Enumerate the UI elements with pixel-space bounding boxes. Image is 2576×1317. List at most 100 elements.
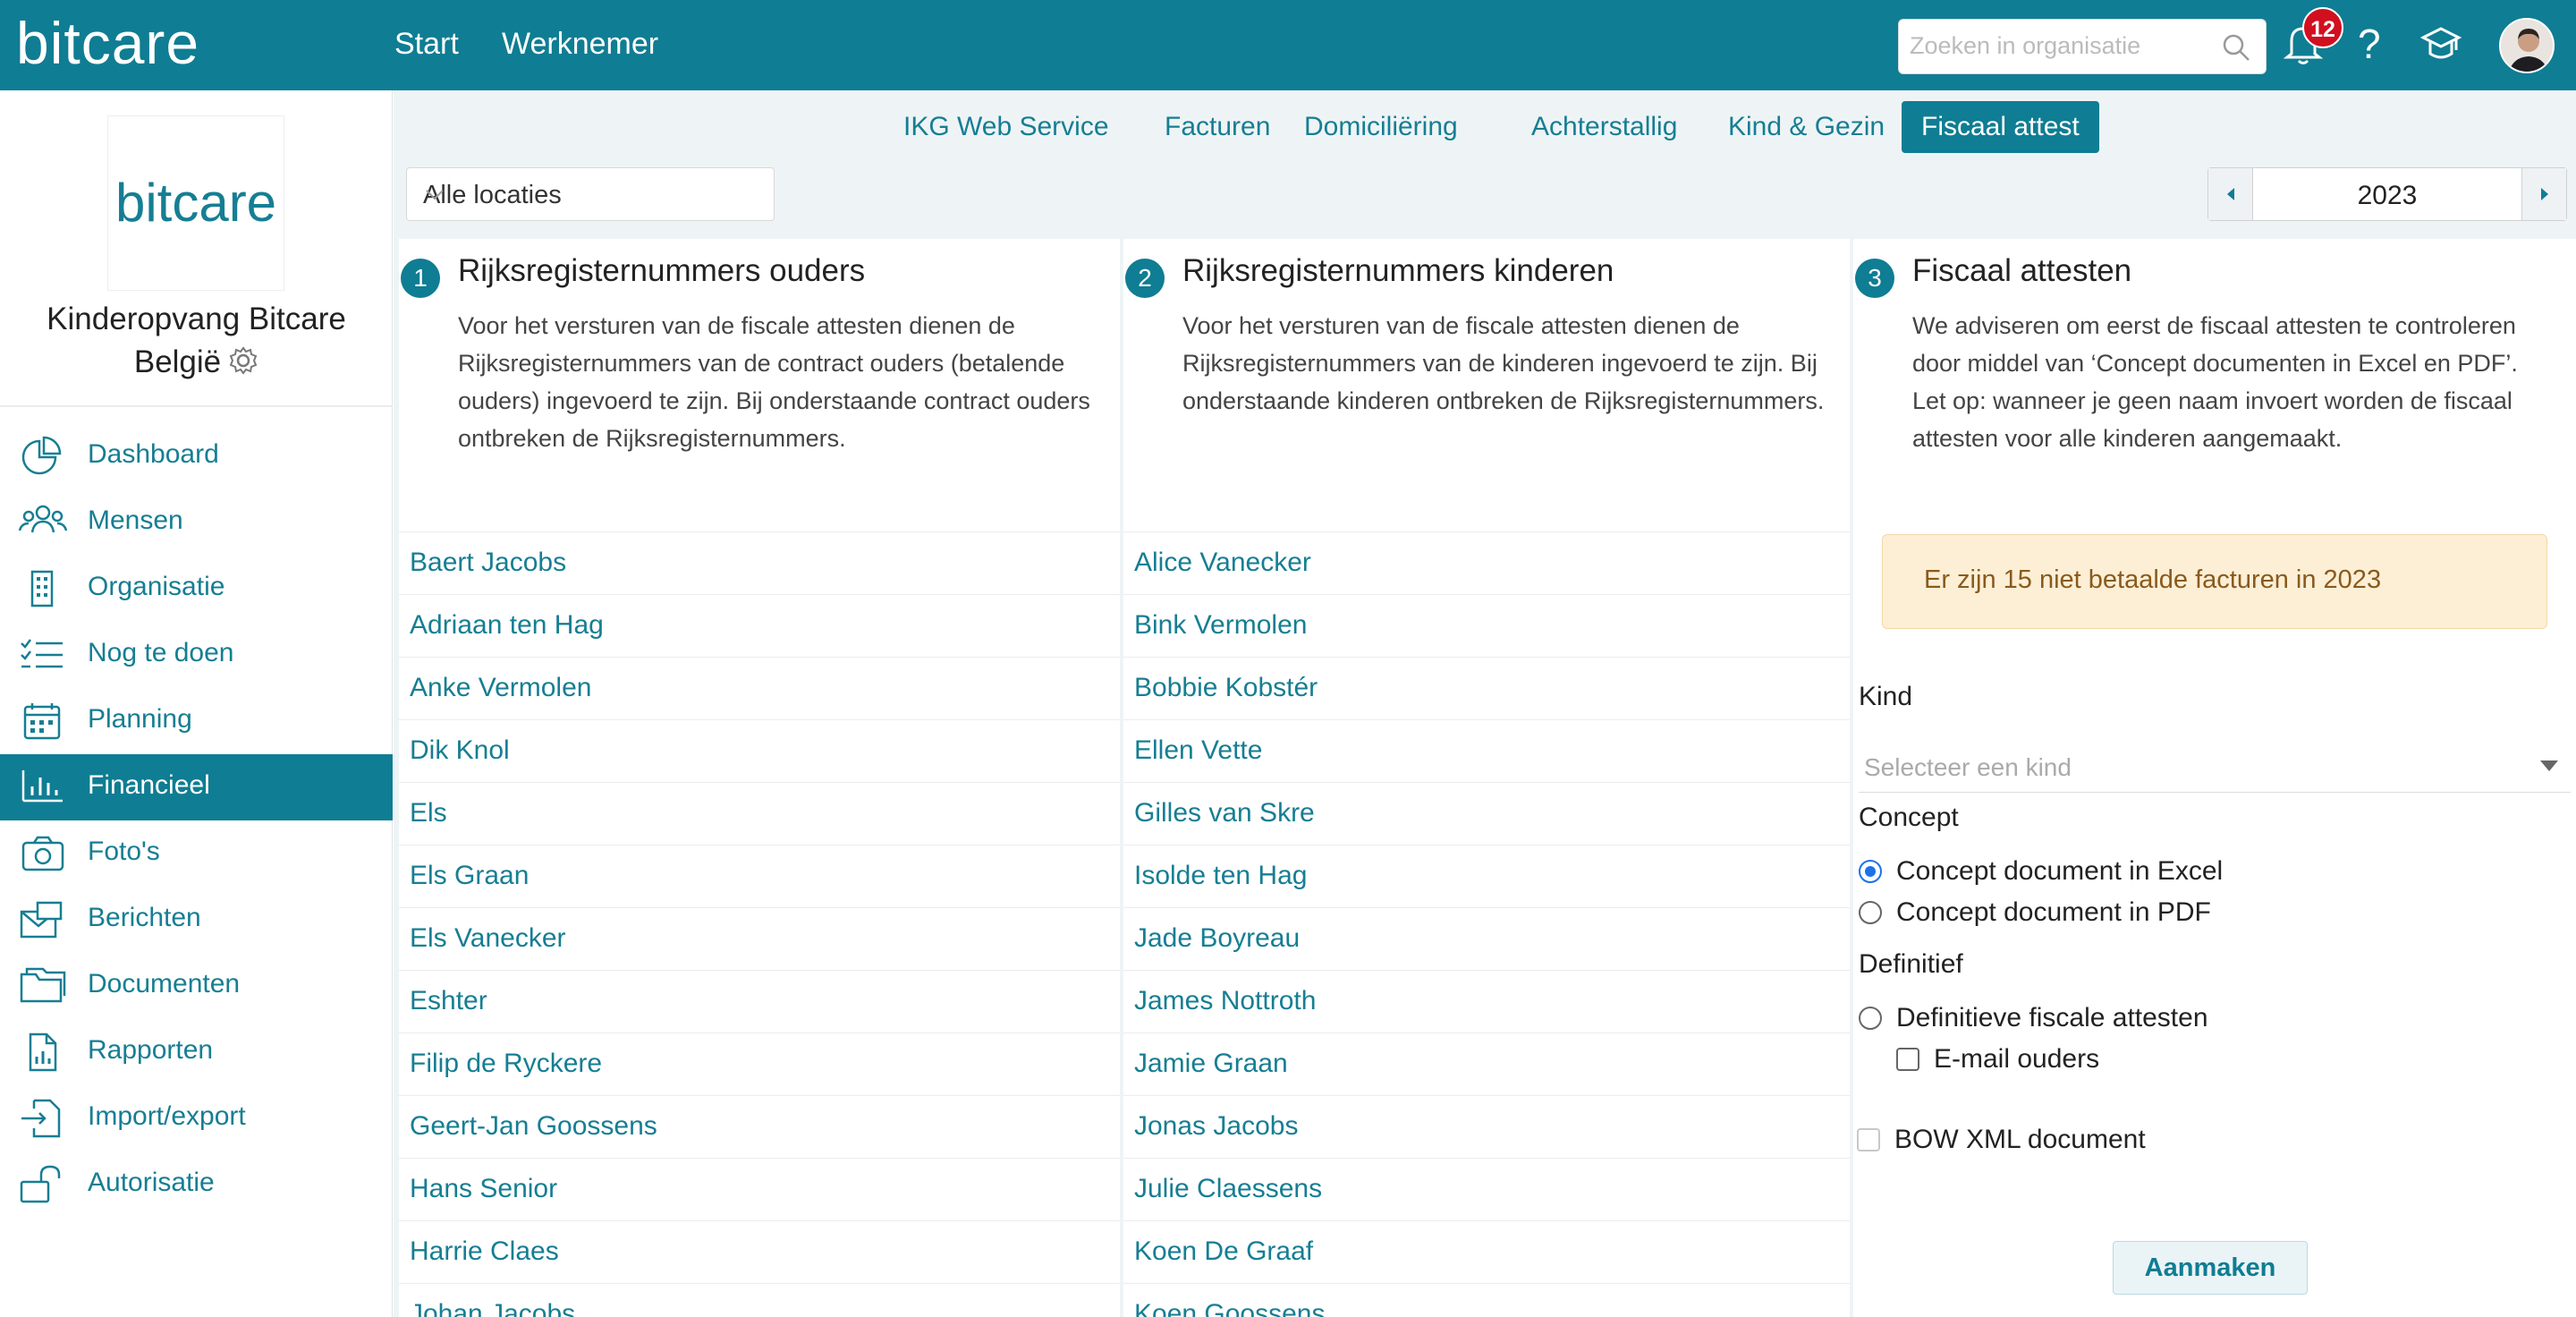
list-item[interactable]: Els Vanecker	[399, 907, 1120, 970]
step-description: Voor het versturen van de fiscale attest…	[1182, 312, 1825, 414]
sidebar-item-label: Financieel	[88, 770, 210, 800]
step-number: 2	[1125, 259, 1165, 298]
tab-fiscaal-attest[interactable]: Fiscaal attest	[1902, 101, 2099, 153]
previous-year-button[interactable]	[2208, 168, 2253, 220]
step-description: Voor het versturen van de fiscale attest…	[458, 312, 1090, 452]
sidebar: bitcare Kinderopvang Bitcare België Dash…	[0, 90, 393, 1317]
search-input[interactable]	[1910, 32, 2214, 60]
tab-achterstallig[interactable]: Achterstallig	[1512, 101, 1697, 153]
tab-ikg-web-service[interactable]: IKG Web Service	[884, 101, 1129, 153]
sidebar-item-fotos[interactable]: Foto's	[0, 820, 393, 887]
list-item[interactable]: Jonas Jacobs	[1123, 1095, 1850, 1158]
location-select[interactable]: Alle locaties	[406, 167, 775, 221]
list-item[interactable]: Geert-Jan Goossens	[399, 1095, 1120, 1158]
graduation-cap-icon[interactable]	[2419, 23, 2462, 71]
email-parents-checkbox[interactable]	[1896, 1048, 1919, 1071]
year-picker: 2023	[2207, 167, 2567, 221]
tab-facturen[interactable]: Facturen	[1145, 101, 1290, 153]
list-item[interactable]: Alice Vanecker	[1123, 531, 1850, 594]
sidebar-item-autorisatie[interactable]: Autorisatie	[0, 1151, 393, 1218]
list-item[interactable]: Bobbie Kobstér	[1123, 657, 1850, 719]
sidebar-divider	[0, 405, 393, 407]
list-item[interactable]: Filip de Ryckere	[399, 1032, 1120, 1095]
next-year-button[interactable]	[2521, 168, 2566, 220]
sidebar-item-label: Import/export	[88, 1101, 246, 1131]
list-item[interactable]: Baert Jacobs	[399, 531, 1120, 594]
concept-excel-label: Concept document in Excel	[1896, 856, 2224, 886]
panel-children: 2 Rijksregisternummers kinderen Voor het…	[1123, 239, 1850, 1317]
list-item[interactable]: Koen Goossens	[1123, 1283, 1850, 1317]
step-title: Fiscaal attesten	[1912, 253, 2132, 288]
panel-parents: 1 Rijksregisternummers ouders Voor het v…	[399, 239, 1120, 1317]
tab-kind-gezin[interactable]: Kind & Gezin	[1708, 101, 1904, 153]
sidebar-item-label: Documenten	[88, 969, 241, 998]
unpaid-invoices-alert: Er zijn 15 niet betaalde facturen in 202…	[1882, 534, 2547, 629]
list-item[interactable]: Eshter	[399, 970, 1120, 1032]
list-item[interactable]: Isolde ten Hag	[1123, 845, 1850, 907]
search-icon[interactable]	[2221, 32, 2251, 67]
sidebar-item-label: Rapporten	[88, 1035, 214, 1065]
list-item[interactable]: Jade Boyreau	[1123, 907, 1850, 970]
kind-select-placeholder: Selecteer een kind	[1864, 753, 2072, 781]
sidebar-item-documenten[interactable]: Documenten	[0, 953, 393, 1019]
sidebar-item-berichten[interactable]: Berichten	[0, 887, 393, 953]
tab-domiciliering[interactable]: Domiciliëring	[1284, 101, 1478, 153]
concept-pdf-radio[interactable]	[1859, 901, 1882, 924]
list-item[interactable]: Johan Jacobs	[399, 1283, 1120, 1317]
main-content: IKG Web Service Facturen Domiciliëring A…	[394, 90, 2576, 1317]
caret-left-icon	[2227, 188, 2234, 200]
building-icon	[18, 568, 68, 609]
create-button[interactable]: Aanmaken	[2113, 1241, 2308, 1295]
list-item[interactable]: Adriaan ten Hag	[399, 594, 1120, 657]
sidebar-item-dashboard[interactable]: Dashboard	[0, 423, 393, 489]
list-item[interactable]: Els	[399, 782, 1120, 845]
children-list: Alice Vanecker Bink Vermolen Bobbie Kobs…	[1123, 531, 1850, 1317]
nav-start[interactable]: Start	[394, 27, 459, 62]
sidebar-item-label: Nog te doen	[88, 638, 234, 667]
sidebar-item-rapporten[interactable]: Rapporten	[0, 1019, 393, 1085]
org-name: Kinderopvang Bitcare België	[0, 298, 393, 387]
definitief-option-label: Definitieve fiscale attesten	[1896, 1003, 2208, 1032]
list-item[interactable]: Jamie Graan	[1123, 1032, 1850, 1095]
org-logo: bitcare	[107, 115, 284, 291]
definitief-radio[interactable]	[1859, 1007, 1882, 1030]
list-item[interactable]: Harrie Claes	[399, 1220, 1120, 1283]
help-icon[interactable]: ?	[2358, 20, 2381, 68]
sidebar-item-label: Mensen	[88, 506, 183, 535]
list-item[interactable]: Julie Claessens	[1123, 1158, 1850, 1220]
sidebar-item-planning[interactable]: Planning	[0, 688, 393, 754]
list-item[interactable]: Hans Senior	[399, 1158, 1120, 1220]
sidebar-item-organisatie[interactable]: Organisatie	[0, 556, 393, 622]
sidebar-item-import-export[interactable]: Import/export	[0, 1085, 393, 1151]
sidebar-item-mensen[interactable]: Mensen	[0, 489, 393, 556]
list-item[interactable]: James Nottroth	[1123, 970, 1850, 1032]
sidebar-item-label: Organisatie	[88, 572, 225, 601]
list-item[interactable]: Anke Vermolen	[399, 657, 1120, 719]
sidebar-item-financieel[interactable]: Financieel	[0, 754, 393, 820]
camera-icon	[18, 833, 68, 874]
nav-werknemer[interactable]: Werknemer	[502, 27, 658, 62]
list-item[interactable]: Bink Vermolen	[1123, 594, 1850, 657]
list-item[interactable]: Dik Knol	[399, 719, 1120, 782]
step-description: We adviseren om eerst de fiscaal atteste…	[1912, 312, 2518, 452]
kind-label: Kind	[1859, 682, 1913, 711]
report-icon	[18, 1032, 68, 1073]
email-parents-label: E-mail ouders	[1934, 1044, 2100, 1074]
kind-select[interactable]: Selecteer een kind	[1859, 739, 2571, 793]
definitief-label: Definitief	[1859, 949, 1963, 979]
list-item[interactable]: Koen De Graaf	[1123, 1220, 1850, 1283]
step-title: Rijksregisternummers kinderen	[1182, 253, 1614, 288]
avatar[interactable]	[2499, 18, 2555, 73]
list-item[interactable]: Gilles van Skre	[1123, 782, 1850, 845]
list-item[interactable]: Ellen Vette	[1123, 719, 1850, 782]
gear-icon[interactable]	[228, 344, 258, 387]
pie-chart-icon	[18, 436, 68, 477]
bow-xml-checkbox[interactable]	[1857, 1128, 1880, 1151]
concept-excel-radio[interactable]	[1859, 860, 1882, 883]
notification-badge: 12	[2302, 7, 2343, 48]
sidebar-item-label: Planning	[88, 704, 192, 734]
sidebar-item-nog-te-doen[interactable]: Nog te doen	[0, 622, 393, 688]
caret-right-icon	[2541, 188, 2548, 200]
app-logo[interactable]: bitcare	[16, 9, 199, 77]
list-item[interactable]: Els Graan	[399, 845, 1120, 907]
